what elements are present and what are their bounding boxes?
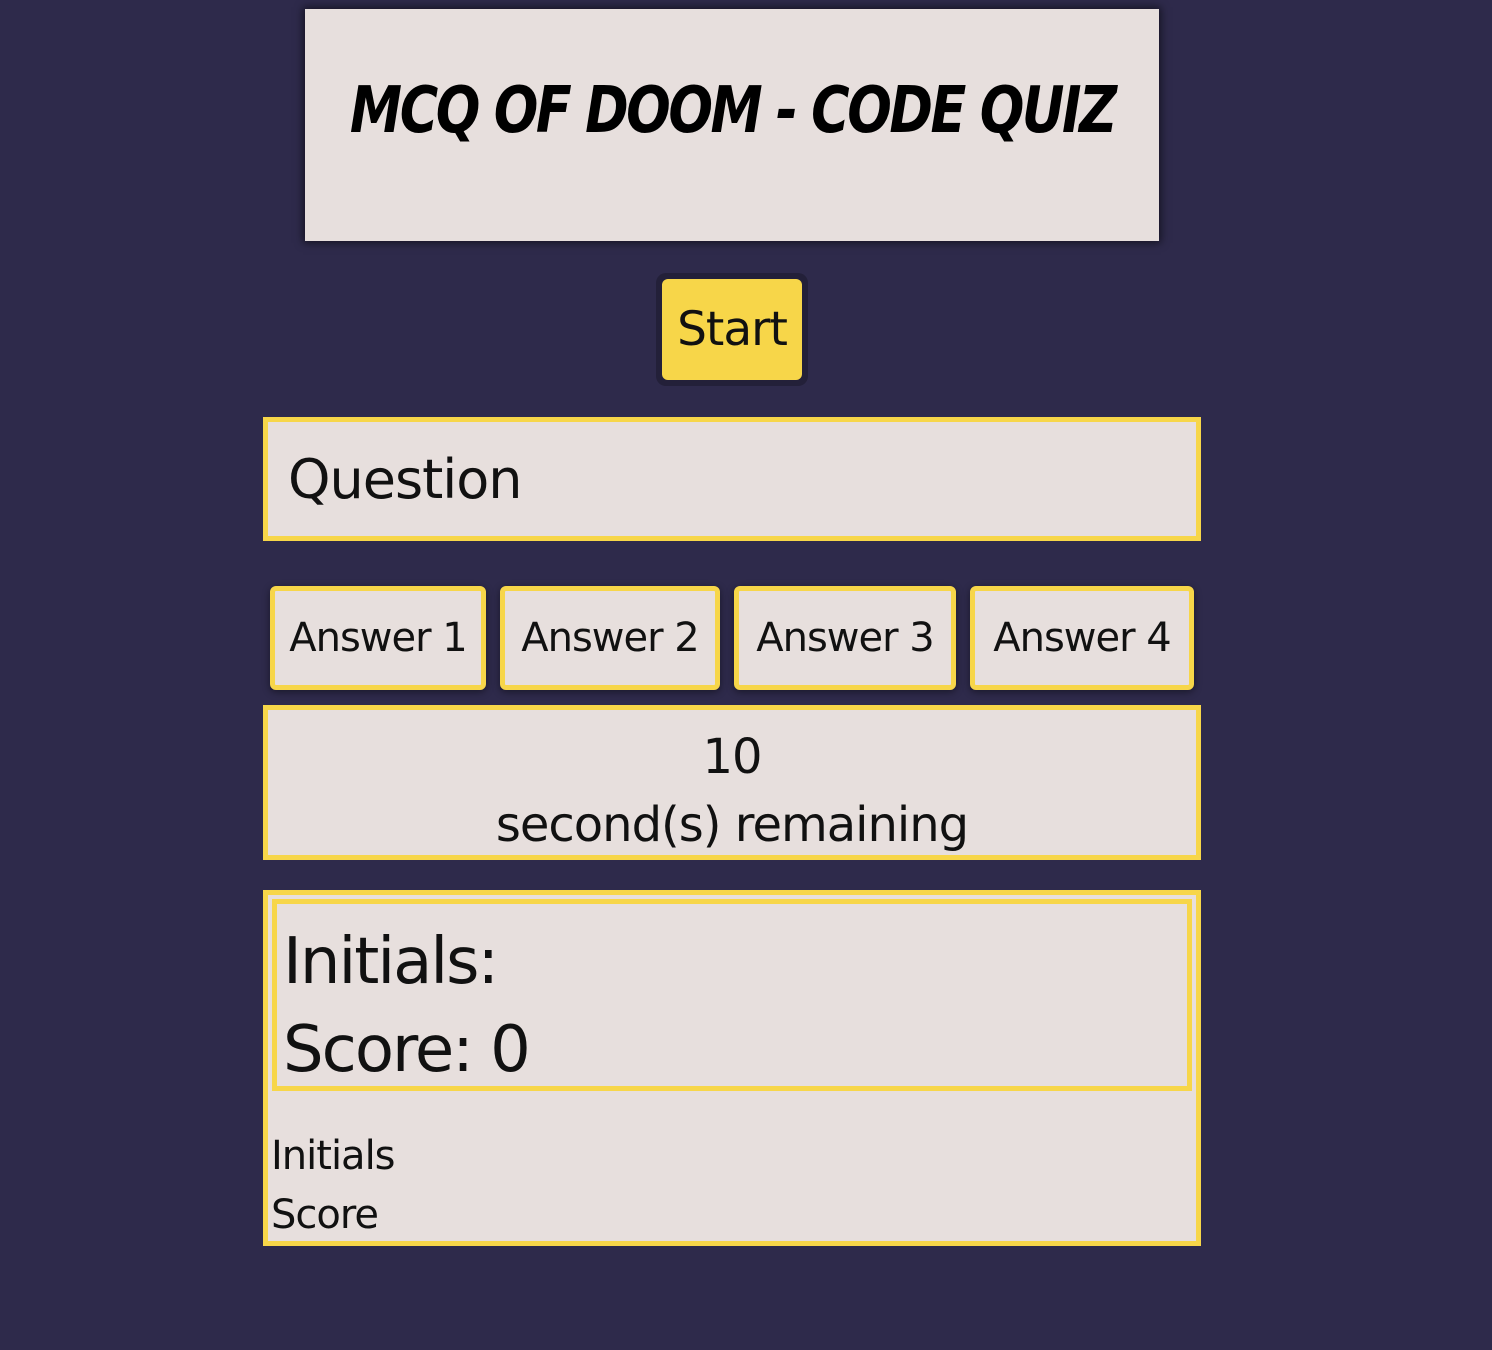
scoreboard: Initials Score [271, 1127, 396, 1245]
question-text: Question [288, 447, 523, 511]
timer-box: 10 second(s) remaining [263, 705, 1201, 860]
question-box: Question [263, 417, 1201, 541]
timer-seconds: 10 [702, 729, 762, 785]
scoreboard-initials-header: Initials [271, 1133, 396, 1179]
initials-label: Initials: [283, 925, 499, 999]
current-result-panel: Initials: Score: 0 [272, 899, 1192, 1091]
page-title: MCQ of Doom - Code Quiz [349, 74, 1117, 148]
start-button[interactable]: Start [662, 279, 802, 380]
timer-label: second(s) remaining [495, 797, 969, 853]
answer-2-button[interactable]: Answer 2 [500, 586, 720, 690]
score-display: Score: 0 [283, 1013, 531, 1087]
title-card: MCQ of Doom - Code Quiz [305, 9, 1159, 241]
results-box: Initials: Score: 0 Initials Score [263, 890, 1201, 1246]
scoreboard-score-header: Score [271, 1192, 379, 1238]
start-button-frame: Start [656, 273, 808, 386]
answer-1-button[interactable]: Answer 1 [270, 586, 486, 690]
answer-3-button[interactable]: Answer 3 [734, 586, 956, 690]
answer-4-button[interactable]: Answer 4 [970, 586, 1194, 690]
